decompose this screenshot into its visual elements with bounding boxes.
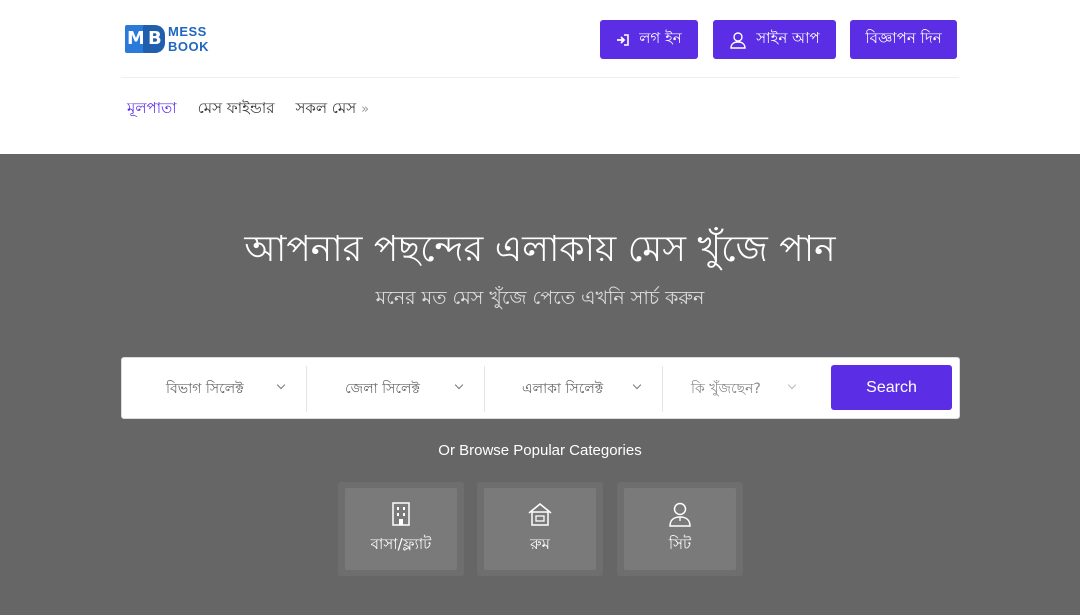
login-label: লগ ইন: [639, 29, 682, 47]
person-icon: [669, 502, 691, 527]
nav-mess-finder[interactable]: মেস ফাইন্ডার: [198, 97, 275, 122]
site-header: MESS BOOK লগ ইন সাইন আপ বিজ্ঞাপন দিন মূল…: [0, 0, 1080, 154]
post-ad-button[interactable]: বিজ্ঞাপন দিন: [850, 20, 957, 59]
area-select-label: এলাকা সিলেক্ট: [522, 381, 604, 397]
house-icon: [528, 502, 552, 526]
nav-home[interactable]: মূলপাতা: [127, 97, 177, 122]
division-select-label: বিভাগ সিলেক্ট: [166, 381, 244, 397]
sign-in-icon: [616, 33, 630, 47]
logo-mark-icon: [125, 25, 165, 53]
browse-categories-label: Or Browse Popular Categories: [438, 442, 642, 459]
building-icon: [392, 501, 410, 526]
nav-all-mess[interactable]: সকল মেস: [295, 97, 356, 122]
chevron-down-icon: [787, 380, 797, 390]
area-select[interactable]: এলাকা সিলেক্ট: [485, 366, 663, 412]
chevron-down-icon: [454, 380, 464, 390]
header-divider: [121, 77, 959, 78]
hero-title: আপনার পছন্দের এলাকায় মেস খুঁজে পান: [244, 229, 836, 270]
hero-section: আপনার পছন্দের এলাকায় মেস খুঁজে পান মনের…: [0, 154, 1080, 615]
post-ad-label: বিজ্ঞাপন দিন: [865, 29, 942, 47]
search-bar: বিভাগ সিলেক্ট জেলা সিলেক্ট এলাকা সিলেক্ট…: [121, 357, 960, 419]
category-label: রুম: [530, 534, 550, 553]
chevron-down-icon: [632, 380, 642, 390]
looking-for-select-label: কি খুঁজছেন?: [691, 381, 761, 397]
district-select-label: জেলা সিলেক্ট: [345, 381, 420, 397]
hero-subtitle: মনের মত মেস খুঁজে পেতে এখনি সার্চ করুন: [375, 287, 705, 309]
logo-line-2: BOOK: [168, 39, 209, 54]
category-label: বাসা/ফ্ল্যাট: [370, 534, 432, 553]
category-room[interactable]: রুম: [477, 482, 603, 576]
division-select[interactable]: বিভাগ সিলেক্ট: [130, 366, 307, 412]
logo-line-1: MESS: [168, 24, 207, 39]
signup-button[interactable]: সাইন আপ: [713, 20, 836, 59]
breadcrumb-nav: মূলপাতা মেস ফাইন্ডার সকল মেস »: [127, 97, 369, 122]
chevron-down-icon: [276, 380, 286, 390]
search-button[interactable]: Search: [831, 365, 952, 410]
chevron-right-icon: »: [361, 102, 370, 117]
district-select[interactable]: জেলা সিলেক্ট: [307, 366, 485, 412]
login-button[interactable]: লগ ইন: [600, 20, 698, 59]
category-flat[interactable]: বাসা/ফ্ল্যাট: [338, 482, 464, 576]
category-seat[interactable]: সিট: [617, 482, 743, 576]
messbook-logo[interactable]: MESS BOOK: [125, 24, 209, 54]
user-icon: [729, 31, 747, 49]
signup-label: সাইন আপ: [756, 29, 820, 47]
looking-for-select[interactable]: কি খুঁজছেন?: [663, 366, 808, 412]
category-label: সিট: [668, 534, 692, 553]
